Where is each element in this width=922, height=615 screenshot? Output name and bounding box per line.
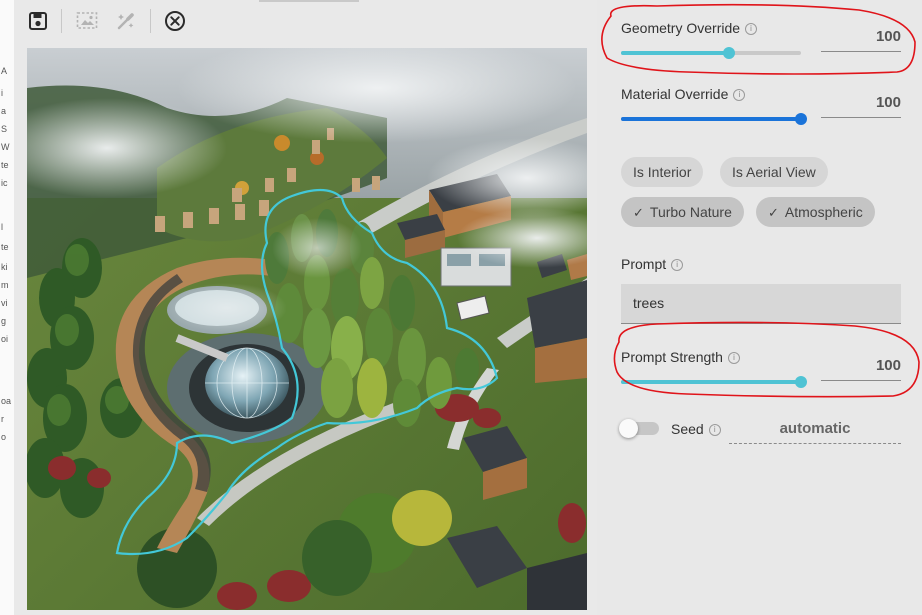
material-override-text: Material Override [621,86,729,102]
chip-atmospheric[interactable]: ✓ Atmospheric [756,197,875,227]
chip-turbo-nature[interactable]: ✓ Turbo Nature [621,197,744,227]
geometry-override-fill [621,51,729,55]
prompt-strength-value[interactable]: 100 [821,357,901,381]
material-override-slider[interactable] [621,113,807,125]
background-document-strip: A i a S W te ic l te ki m vi g oi oa r o [0,0,14,615]
geometry-override-value[interactable]: 100 [821,28,901,52]
material-override-fill [621,117,801,121]
side-fragment: ic [1,178,8,188]
magic-brush-button[interactable] [113,8,139,34]
close-button[interactable] [162,8,188,34]
toolbar-separator [61,9,62,33]
magic-brush-icon [117,13,134,30]
geometry-override-text: Geometry Override [621,20,741,36]
info-icon[interactable]: i [733,89,746,101]
side-fragment: W [1,142,10,152]
image-selection-button[interactable] [74,8,100,34]
material-override-thumb[interactable] [795,113,807,125]
prompt-input[interactable] [621,284,905,322]
seed-label: Seed i [671,421,721,437]
geometry-override-slider[interactable] [621,47,801,59]
prompt-label: Prompt i [621,256,684,272]
info-icon[interactable]: i [745,23,758,35]
side-fragment: S [1,124,8,134]
controls-panel: Geometry Override i 100 Material Override… [597,0,922,615]
toolbar-separator [150,9,151,33]
material-override-label: Material Override i [621,86,746,102]
image-selection-icon [76,12,98,29]
seed-toggle-thumb[interactable] [619,419,638,438]
prompt-field[interactable] [621,284,905,324]
prompt-strength-text: Prompt Strength [621,349,723,365]
side-fragment: o [1,432,7,442]
image-canvas[interactable] [27,48,587,610]
side-fragment: r [1,414,4,424]
side-fragment: te [1,160,9,170]
side-fragment: te [1,242,9,252]
side-fragment: A [1,66,8,76]
prompt-strength-slider[interactable] [621,376,807,388]
info-icon[interactable]: i [727,352,740,364]
seed-toggle[interactable] [619,419,659,438]
seed-value[interactable]: automatic [729,420,901,444]
prompt-text: Prompt [621,256,667,272]
editor-toolbar [14,0,597,40]
side-fragment: ki [1,262,8,272]
check-icon: ✓ [768,205,779,220]
side-fragment: l [1,222,3,232]
prompt-strength-thumb[interactable] [795,376,807,388]
chip-is-interior[interactable]: Is Interior [621,157,704,187]
side-fragment: oa [1,396,12,406]
geometry-override-label: Geometry Override i [621,20,758,36]
side-fragment: oi [1,334,9,344]
side-fragment: m [1,280,9,290]
info-icon[interactable]: i [708,424,721,436]
geometry-override-thumb[interactable] [723,47,735,59]
side-fragment: i [1,88,3,98]
chip-label: Turbo Nature [649,204,732,220]
info-icon[interactable]: i [671,259,684,271]
chip-label: Is Aerial View [732,164,816,180]
close-circle-icon [165,11,185,31]
side-fragment: a [1,106,7,116]
image-editor [14,0,597,615]
seed-text: Seed [671,421,704,437]
prompt-strength-label: Prompt Strength i [621,349,740,365]
material-override-value[interactable]: 100 [821,94,901,118]
prompt-strength-fill [621,380,801,384]
chip-is-aerial-view[interactable]: Is Aerial View [720,157,828,187]
chip-label: Atmospheric [784,204,863,220]
aerial-render-image [27,48,587,610]
side-fragment: g [1,316,7,326]
save-button[interactable] [25,8,51,34]
side-fragment: vi [1,298,8,308]
save-icon [29,12,47,30]
chip-label: Is Interior [633,164,692,180]
check-icon: ✓ [633,205,644,220]
